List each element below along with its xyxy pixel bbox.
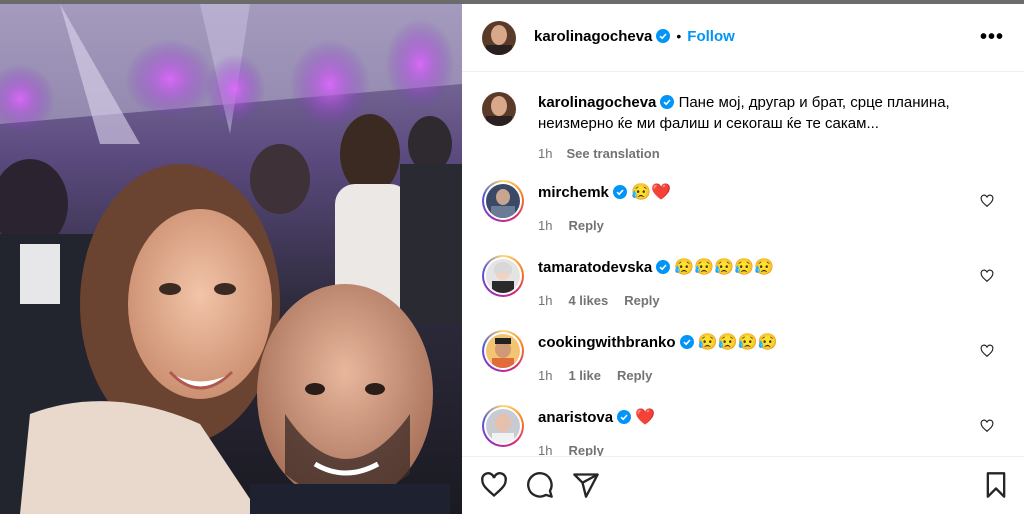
heart-outline-icon[interactable]: [980, 344, 994, 358]
comment-time: 1h: [538, 218, 553, 233]
like-icon[interactable]: [480, 471, 508, 499]
verified-icon: [612, 185, 627, 199]
comment-time: 1h: [538, 293, 553, 308]
caption-author-avatar[interactable]: [482, 92, 516, 126]
save-icon[interactable]: [982, 471, 1010, 499]
heart-outline-icon[interactable]: [980, 194, 994, 208]
story-ring[interactable]: [482, 180, 524, 222]
caption-username[interactable]: karolinagocheva: [538, 94, 656, 111]
verified-icon: [660, 95, 675, 109]
commenter-avatar: [486, 184, 520, 218]
reply-button[interactable]: Reply: [624, 293, 659, 308]
verified-icon: [656, 260, 671, 274]
author-username[interactable]: karolinagocheva: [534, 28, 652, 45]
verified-icon: [679, 335, 694, 349]
caption-line-2: неизмерно ќе ми фалиш и секогаш ќе те са…: [538, 115, 879, 132]
comment-icon[interactable]: [526, 471, 554, 499]
commenter-username[interactable]: anaristova: [538, 409, 613, 426]
post-side-panel: karolinagocheva • Follow ••• karolinagoche…: [462, 4, 1024, 514]
comment-text: 😥😥😥😥: [697, 334, 778, 351]
liked-by-avatars[interactable]: [480, 510, 540, 514]
commenter-username[interactable]: tamaratodevska: [538, 259, 652, 276]
caption: karolinagocheva Пане мој, другар и брат,…: [538, 92, 1008, 161]
author-avatar[interactable]: [482, 21, 516, 55]
caption-line-1: Пане мој, другар и брат, срце планина,: [678, 94, 950, 111]
story-ring[interactable]: [482, 255, 524, 297]
heart-outline-icon[interactable]: [980, 269, 994, 283]
separator-dot: •: [676, 28, 682, 44]
commenter-avatar: [486, 409, 520, 443]
action-bar: [462, 456, 1024, 514]
reply-button[interactable]: Reply: [568, 443, 603, 456]
reply-button[interactable]: Reply: [617, 368, 652, 383]
post-photo[interactable]: [0, 4, 462, 514]
reply-button[interactable]: Reply: [568, 218, 603, 233]
comment-time: 1h: [538, 368, 553, 383]
comment-likes[interactable]: 1 like: [568, 368, 601, 383]
post-header: karolinagocheva • Follow •••: [462, 4, 1024, 72]
verified-icon: [656, 29, 671, 43]
comment-text: 😥❤️: [631, 184, 671, 201]
caption-meta: 1h See translation: [538, 146, 1008, 161]
heart-outline-icon[interactable]: [980, 419, 994, 433]
caption-time: 1h: [538, 146, 553, 161]
commenter-avatar: [486, 334, 520, 368]
follow-button[interactable]: Follow: [687, 28, 735, 45]
verified-icon: [617, 410, 632, 424]
comment-text: ❤️: [635, 409, 656, 426]
comment-text: 😥😥😥😥😥: [674, 259, 775, 276]
comment-likes[interactable]: 4 likes: [568, 293, 608, 308]
story-ring[interactable]: [482, 330, 524, 372]
see-translation-link[interactable]: See translation: [566, 146, 659, 161]
commenter-username[interactable]: cookingwithbranko: [538, 334, 676, 351]
more-icon[interactable]: •••: [980, 26, 1004, 49]
comment-item: anaristova ❤️ 1h Reply: [482, 405, 1002, 456]
story-ring[interactable]: [482, 405, 524, 447]
commenter-username[interactable]: mirchemk: [538, 184, 609, 201]
comment-time: 1h: [538, 443, 553, 456]
share-icon[interactable]: [572, 471, 600, 499]
commenter-avatar: [486, 259, 520, 293]
